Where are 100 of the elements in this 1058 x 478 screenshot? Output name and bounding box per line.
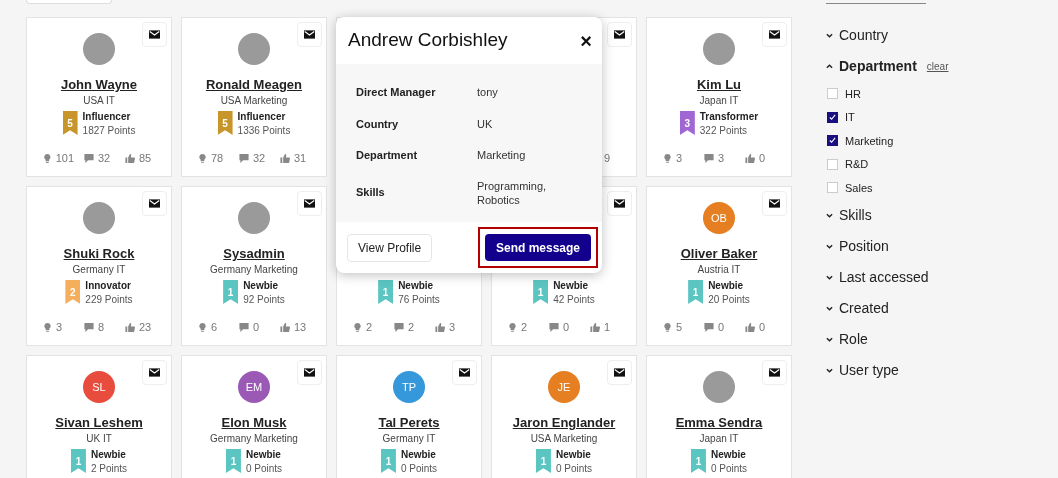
avatar-photo-placeholder bbox=[83, 202, 115, 234]
mail-icon bbox=[769, 30, 780, 39]
points-text: 42 Points bbox=[553, 294, 595, 306]
mail-icon bbox=[614, 30, 625, 39]
count-text: 3 bbox=[449, 320, 456, 335]
user-name-link[interactable]: Oliver Baker bbox=[680, 246, 758, 262]
points-text: 20 Points bbox=[708, 294, 750, 306]
level-ribbon-badge: 1 bbox=[533, 280, 549, 304]
avatar-initials: TP bbox=[393, 371, 425, 403]
level-ribbon-badge: 5 bbox=[217, 111, 233, 135]
user-name-link[interactable]: Ronald Meagen bbox=[205, 77, 303, 93]
mail-button[interactable] bbox=[762, 360, 787, 385]
mail-button[interactable] bbox=[607, 191, 632, 216]
thumbs-up-icon bbox=[744, 321, 756, 333]
user-location: UK IT bbox=[86, 432, 112, 446]
mail-button[interactable] bbox=[142, 191, 167, 216]
close-button[interactable]: × bbox=[580, 30, 592, 51]
mail-button[interactable] bbox=[607, 22, 632, 47]
level-ribbon-badge: 1 bbox=[70, 449, 86, 473]
filter-heading[interactable]: Country bbox=[839, 25, 889, 46]
mail-icon bbox=[769, 368, 780, 377]
chevron-down-icon[interactable] bbox=[826, 33, 833, 38]
mail-button[interactable] bbox=[297, 360, 322, 385]
mail-button[interactable] bbox=[142, 360, 167, 385]
count-text: 101 bbox=[55, 151, 74, 166]
thumbs-up-icon bbox=[434, 321, 446, 333]
mail-button[interactable] bbox=[607, 360, 632, 385]
chevron-down-icon[interactable] bbox=[826, 274, 833, 280]
checkbox[interactable] bbox=[827, 135, 838, 147]
points-text: 92 Points bbox=[243, 294, 285, 306]
filter-heading[interactable]: Created bbox=[839, 297, 889, 319]
count-text: 2 bbox=[521, 320, 528, 335]
option-label: Sales bbox=[845, 180, 873, 196]
checkbox[interactable] bbox=[827, 111, 838, 123]
clear-link[interactable]: clear bbox=[926, 59, 949, 74]
user-name-link[interactable]: Jaron Englander bbox=[512, 415, 616, 431]
user-name-link[interactable]: Tal Perets bbox=[378, 415, 440, 431]
chevron-down-icon[interactable] bbox=[826, 212, 833, 218]
send-message-button[interactable]: Send message bbox=[484, 234, 591, 261]
chevron-up-icon[interactable] bbox=[826, 64, 833, 69]
field-value: Marketing bbox=[477, 148, 527, 163]
user-location: USA IT bbox=[83, 94, 115, 108]
field-label: Department bbox=[356, 148, 419, 163]
filter-heading[interactable]: User type bbox=[839, 359, 899, 381]
mail-button[interactable] bbox=[762, 191, 787, 216]
rank-title: Newbie bbox=[400, 449, 437, 461]
mail-button[interactable] bbox=[297, 22, 322, 47]
user-name-link[interactable]: Kim Lu bbox=[696, 77, 742, 93]
chevron-down-icon[interactable] bbox=[826, 336, 833, 342]
user-name-link[interactable]: Emma Sendra bbox=[675, 415, 763, 431]
user-name-link[interactable]: Sivan Leshem bbox=[55, 415, 143, 431]
mail-button[interactable] bbox=[297, 191, 322, 216]
level-ribbon-badge: 1 bbox=[690, 449, 706, 473]
comment-icon bbox=[83, 321, 95, 333]
mail-icon bbox=[304, 30, 315, 39]
filter-heading[interactable]: Role bbox=[839, 328, 868, 350]
mail-button[interactable] bbox=[762, 22, 787, 47]
mail-icon bbox=[304, 368, 315, 377]
thumbs-up-icon bbox=[744, 152, 756, 164]
user-name-link[interactable]: Sysadmin bbox=[223, 246, 285, 262]
points-text: 0 Points bbox=[245, 463, 283, 475]
avatar-photo-placeholder bbox=[238, 33, 270, 65]
count-text: 0 bbox=[563, 320, 570, 335]
lightbulb-icon bbox=[42, 152, 53, 164]
mail-icon bbox=[149, 30, 160, 39]
chevron-down-icon[interactable] bbox=[826, 243, 833, 249]
option-label: Marketing bbox=[845, 133, 894, 149]
rank-title: Influencer bbox=[82, 111, 132, 123]
mail-icon bbox=[614, 368, 625, 377]
count-text: 3 bbox=[718, 151, 725, 166]
user-name-link[interactable]: Shuki Rock bbox=[63, 246, 135, 262]
view-profile-button[interactable]: View Profile bbox=[347, 233, 433, 262]
chevron-down-icon[interactable] bbox=[826, 367, 833, 373]
rank-title: Newbie bbox=[243, 280, 280, 292]
field-value: UK bbox=[477, 116, 494, 131]
field-label: Country bbox=[356, 116, 400, 132]
lightbulb-icon bbox=[662, 152, 673, 164]
count-text: 2 bbox=[366, 320, 373, 335]
comment-icon bbox=[703, 152, 715, 164]
points-text: 229 Points bbox=[85, 294, 133, 306]
points-text: 0 Points bbox=[400, 463, 438, 475]
level-ribbon-badge: 5 bbox=[62, 111, 78, 135]
mail-icon bbox=[304, 199, 315, 208]
comment-icon bbox=[393, 321, 405, 333]
points-text: 1336 Points bbox=[237, 125, 291, 137]
filter-heading[interactable]: Position bbox=[839, 235, 889, 257]
count-text: 32 bbox=[98, 151, 111, 166]
filter-heading[interactable]: Last accessed bbox=[839, 266, 929, 288]
filter-heading[interactable]: Skills bbox=[839, 204, 872, 226]
popup-title: Andrew Corbishley bbox=[348, 28, 508, 53]
user-name-link[interactable]: Elon Musk bbox=[221, 415, 287, 431]
mail-button[interactable] bbox=[452, 360, 477, 385]
mail-icon bbox=[459, 368, 470, 377]
points-text: 76 Points bbox=[398, 294, 440, 306]
mail-button[interactable] bbox=[142, 22, 167, 47]
field-value: tony bbox=[477, 85, 499, 100]
mail-icon bbox=[149, 368, 160, 377]
chevron-down-icon[interactable] bbox=[826, 305, 833, 311]
user-name-link[interactable]: John Wayne bbox=[60, 77, 138, 93]
filter-heading[interactable]: Department bbox=[839, 56, 917, 77]
